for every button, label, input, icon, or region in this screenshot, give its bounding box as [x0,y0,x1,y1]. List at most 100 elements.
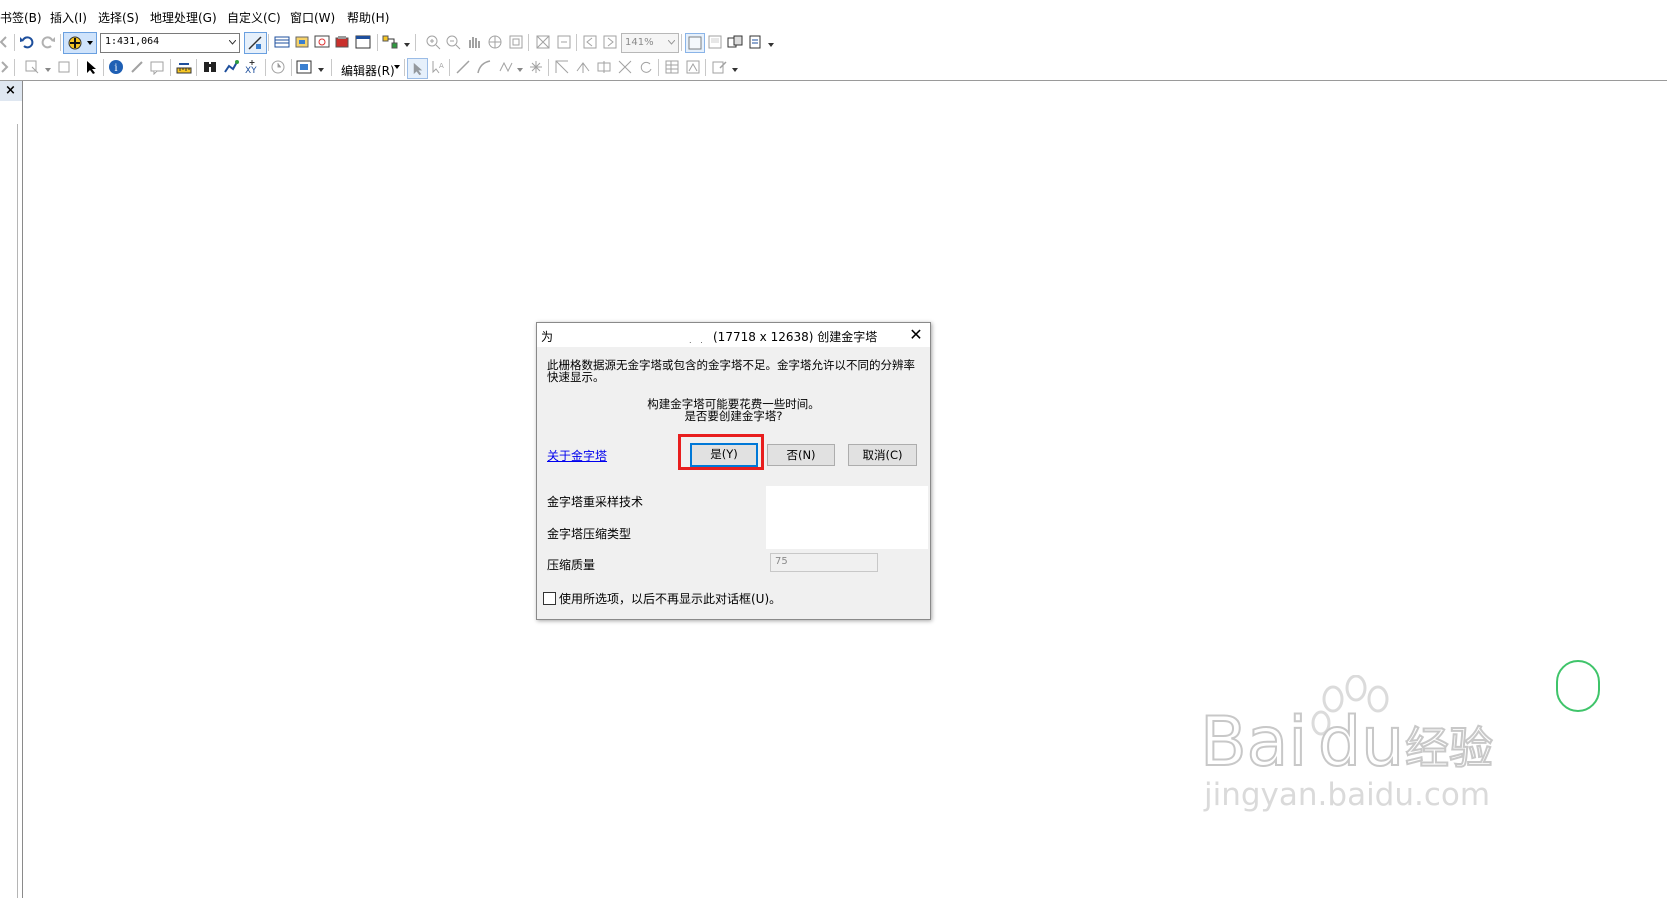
forward-icon[interactable] [0,59,12,75]
attributes-icon[interactable] [664,59,680,75]
python-window-icon[interactable] [355,34,371,50]
split-icon[interactable] [617,59,633,75]
chevron-down-icon[interactable] [517,68,523,73]
compression-quality-value: 75 [775,556,788,567]
toolbar-separator [77,59,78,76]
dialog-message-line-2: 快速显示。 [547,370,605,384]
previous-extent-icon[interactable] [582,34,598,50]
toolbar-separator [377,34,378,51]
panel-body [0,124,18,898]
editor-toolbar-button[interactable] [244,32,267,54]
redo-icon[interactable] [40,34,56,50]
select-features-icon[interactable] [24,59,40,75]
add-data-button[interactable] [63,32,97,54]
catalog-icon[interactable] [294,34,310,50]
dialog-close-button[interactable]: ✕ [906,325,926,345]
find-route-icon[interactable] [223,59,239,75]
edit-annotation-icon[interactable]: A [430,59,446,75]
data-driven-pages-icon[interactable] [747,34,763,50]
toolbar-separator [14,34,15,51]
table-of-contents-icon[interactable] [274,34,290,50]
identify-icon[interactable]: i [108,59,124,75]
zoom-out-icon[interactable] [445,34,461,50]
straight-segment-icon[interactable] [455,59,471,75]
about-pyramids-link[interactable]: 关于金字塔 [547,447,607,464]
compression-quality-input[interactable]: 75 [770,553,878,572]
menu-geoprocessing[interactable]: 地理处理(G) [150,9,217,26]
pan-icon[interactable] [466,34,482,50]
menu-selection[interactable]: 选择(S) [98,9,139,26]
map-scale-combobox[interactable]: 1:431,064 [100,33,240,53]
point-icon[interactable] [528,59,544,75]
toolbar-overflow-icon[interactable] [768,43,774,48]
edit-vertices-icon[interactable] [554,59,570,75]
chevron-down-icon[interactable] [668,40,675,45]
toolbar-separator [196,59,197,76]
chevron-down-icon[interactable] [394,65,400,70]
chevron-down-icon[interactable] [45,68,51,73]
cut-polygons-icon[interactable] [596,59,612,75]
toolbar-separator [415,34,416,51]
reshape-feature-icon[interactable] [575,59,591,75]
modelbuilder-icon[interactable] [382,34,398,50]
no-button[interactable]: 否(N) [767,444,835,466]
floating-widget-edge[interactable] [1556,660,1600,712]
clear-selection-icon[interactable] [56,59,72,75]
html-popup-icon[interactable] [149,59,165,75]
arctoolbox-icon[interactable] [334,34,350,50]
dialog-title-bar: 为 . . (17718 x 12638) 创建金字塔 ✕ [537,323,930,347]
watermark-brand: Bai [1200,703,1307,782]
watermark-url: jingyan.baidu.com [1203,777,1490,813]
search-window-icon[interactable] [314,34,330,50]
toolbar-overflow-icon[interactable] [732,68,738,73]
create-features-icon[interactable] [711,59,727,75]
editor-menu[interactable]: 编辑器(R) [341,62,395,79]
toolbar-overflow-icon[interactable] [318,68,324,73]
select-elements-icon[interactable] [83,59,99,75]
back-icon[interactable] [0,34,12,50]
trace-icon[interactable] [498,59,514,75]
dialog-title-prefix: 为 [541,330,554,344]
layout-zoom-combobox[interactable]: 141% [621,33,679,53]
next-extent-icon[interactable] [602,34,618,50]
toolbar-separator [170,59,171,76]
toolbar-separator [268,34,269,51]
menu-bookmarks[interactable]: 书签(B) [0,9,42,26]
toolbar-separator [528,34,529,51]
menu-help[interactable]: 帮助(H) [347,9,389,26]
hyperlink-icon[interactable] [129,59,145,75]
time-slider-icon[interactable] [270,59,286,75]
menu-customize[interactable]: 自定义(C) [227,9,281,26]
toolbar-separator [681,34,682,51]
close-panel-button[interactable]: × [5,83,16,98]
focus-data-frame-icon[interactable] [707,34,723,50]
change-layout-icon[interactable] [727,34,743,50]
menu-windows[interactable]: 窗口(W) [290,9,335,26]
annotation-highlight-box [678,434,764,470]
toolbar-separator [60,34,61,51]
chevron-down-icon[interactable] [229,40,236,45]
menu-insert[interactable]: 插入(I) [50,9,87,26]
sketch-properties-icon[interactable] [685,59,701,75]
pyramid-options-area [766,486,928,549]
remember-choice-option[interactable]: 使用所选项，以后不再显示此对话框(U)。 [543,590,781,607]
undo-icon[interactable] [19,34,35,50]
remember-choice-checkbox[interactable] [543,592,556,605]
end-point-arc-icon[interactable] [476,59,492,75]
edit-tool-button[interactable] [407,58,428,79]
fixed-zoom-icon[interactable] [508,34,524,50]
create-viewer-window-icon[interactable] [296,59,312,75]
zoom-in-icon[interactable] [425,34,441,50]
compression-type-label: 金字塔压缩类型 [547,527,632,541]
zoom-whole-page-icon[interactable] [535,34,551,50]
find-icon[interactable] [202,59,218,75]
full-extent-icon[interactable] [487,34,503,50]
svg-text:i: i [114,63,117,74]
cancel-button[interactable]: 取消(C) [848,444,917,466]
rotate-icon[interactable] [638,59,654,75]
zoom-100-icon[interactable] [556,34,572,50]
toggle-draft-mode-button[interactable] [685,33,705,53]
measure-icon[interactable] [176,59,192,75]
go-to-xy-icon[interactable]: XY [244,59,260,75]
toolbar-overflow-icon[interactable] [404,43,410,48]
